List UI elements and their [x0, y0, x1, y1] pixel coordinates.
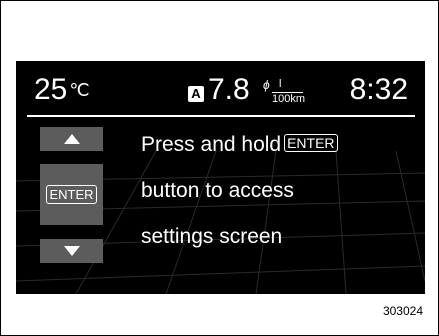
enter-button-label: ENTER [46, 185, 97, 204]
message-line-1-text: Press and hold [141, 133, 282, 156]
display-screen: 25 ℃ A 7.8 ϕ l 100km 8:32 ENTER Press and… [16, 61, 425, 294]
enter-key-label: ENTER [284, 134, 338, 152]
fuel-economy-value: 7.8 [208, 73, 250, 106]
economy-unit-numerator: l [279, 78, 282, 90]
average-mode-badge: A [188, 86, 204, 102]
status-bar: 25 ℃ A 7.8 ϕ l 100km 8:32 [16, 61, 425, 117]
message-line-1: Press and hold ENTER [141, 132, 338, 158]
message-line-2: button to access [141, 179, 294, 202]
triangle-down-icon [63, 246, 80, 256]
message-line-3: settings screen [141, 225, 283, 248]
outside-temperature: 25 ℃ [34, 75, 90, 105]
triangle-up-icon [63, 134, 80, 144]
enter-button[interactable]: ENTER [40, 164, 103, 225]
figure-code: 303024 [382, 304, 423, 318]
up-button[interactable] [40, 127, 103, 151]
economy-unit-phi: ϕ [263, 78, 270, 92]
temperature-unit: ℃ [69, 80, 90, 100]
down-button[interactable] [40, 239, 103, 263]
fuel-economy-unit: ϕ l 100km [263, 78, 306, 108]
temperature-value: 25 [34, 73, 68, 106]
status-divider [27, 115, 415, 117]
figure-frame: 25 ℃ A 7.8 ϕ l 100km 8:32 ENTER Press and… [0, 0, 439, 336]
economy-unit-denominator: 100km [272, 93, 306, 105]
clock: 8:32 [349, 73, 408, 106]
